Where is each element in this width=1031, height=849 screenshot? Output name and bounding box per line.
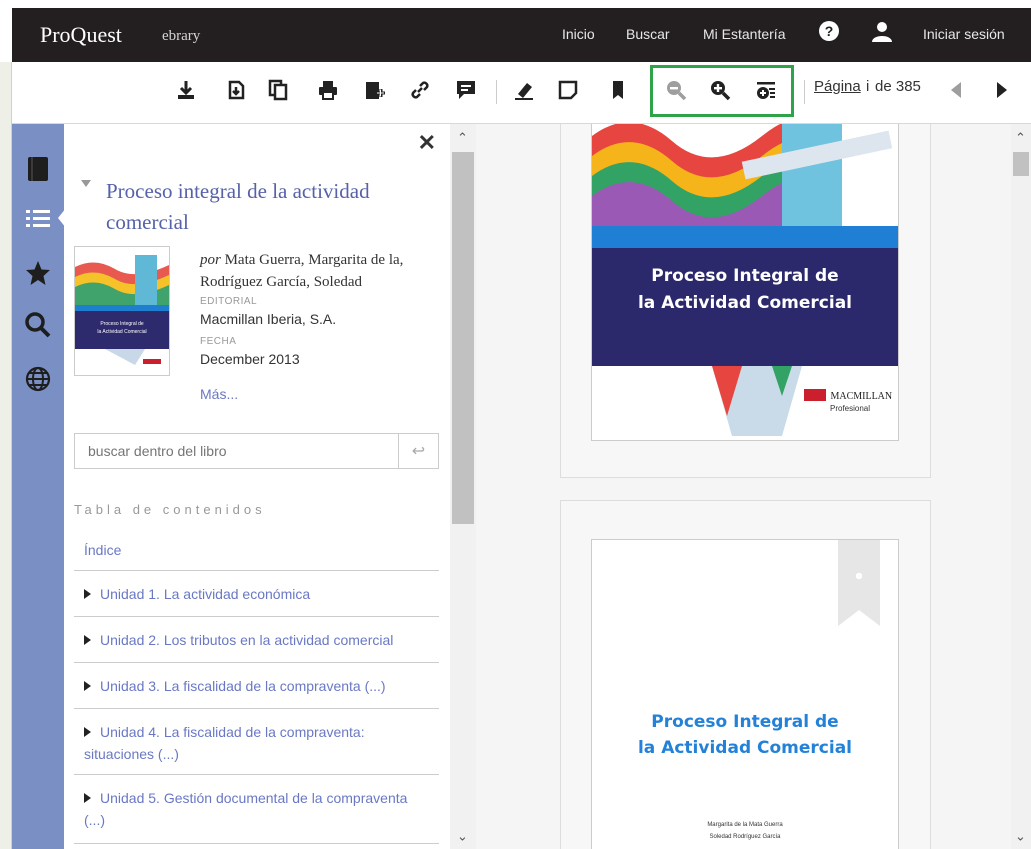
zoom-out-icon[interactable] (662, 76, 690, 104)
toolbar-divider (804, 80, 805, 104)
copy-icon[interactable] (264, 76, 292, 104)
toc-item-label[interactable]: Unidad 1. La actividad económica (100, 586, 310, 602)
help-icon[interactable]: ? (818, 20, 840, 47)
toc-heading: Tabla de contenidos (74, 502, 266, 517)
toc-item-label[interactable]: Unidad 2. Los tributos en la actividad c… (100, 632, 393, 648)
globe-icon[interactable] (23, 364, 53, 394)
note-icon[interactable] (554, 76, 582, 104)
publisher-logo-text: MACMILLAN (830, 391, 893, 402)
book-icon[interactable] (23, 154, 53, 184)
search-within-input[interactable] (75, 434, 397, 468)
side-rail (12, 124, 66, 849)
page-total: de 385 (875, 78, 921, 95)
expand-triangle-icon[interactable] (84, 681, 91, 691)
search-submit-icon[interactable]: ↩ (398, 434, 438, 468)
user-icon[interactable] (870, 20, 894, 49)
book-title[interactable]: Proceso integral de la actividad comerci… (106, 176, 426, 238)
authors-text: Mata Guerra, Margarita de la, Rodríguez … (200, 252, 404, 290)
title-page-line1: Proceso Integral de (651, 712, 839, 732)
toolbar-divider (496, 80, 497, 104)
toc-item[interactable]: Unidad 3. La fiscalidad de la compravent… (74, 662, 439, 708)
publisher-logo-sub: Profesional (830, 404, 871, 413)
signin-link[interactable]: Iniciar sesión (923, 26, 1005, 42)
publisher-value: Macmillan Iberia, S.A. (200, 311, 337, 327)
scroll-up-icon[interactable]: ⌃ (457, 130, 468, 146)
title-page[interactable]: Proceso Integral de la Actividad Comerci… (591, 539, 899, 849)
toc-item[interactable]: Unidad 4. La fiscalidad de la compravent… (74, 708, 439, 774)
toc-item-label[interactable]: Unidad 4. La fiscalidad de la compravent… (84, 724, 365, 762)
top-nav-bar: ProQuest ebrary Inicio Buscar Mi Estante… (12, 8, 1031, 62)
scroll-down-icon[interactable]: ⌃ (457, 827, 468, 843)
title-page-author2: Soledad Rodríguez García (709, 834, 781, 840)
title-page-author1: Margarita de la Mata Guerra (707, 822, 783, 828)
page-frame: Proceso Integral de la Actividad Comerci… (560, 124, 931, 478)
download-icon[interactable] (172, 76, 200, 104)
toc-item[interactable]: Unidad 5. Gestión documental de la compr… (74, 774, 439, 844)
reader-toolbar: Página i de 385 (12, 62, 1031, 124)
publisher-label: EDITORIAL (200, 296, 258, 307)
nav-mi-estanteria[interactable]: Mi Estantería (703, 26, 785, 42)
add-to-shelf-icon[interactable] (360, 76, 388, 104)
by-prefix: por (200, 252, 221, 268)
toc-item[interactable]: Unidad 1. La actividad económica (74, 570, 439, 616)
expand-triangle-icon[interactable] (84, 635, 91, 645)
link-icon[interactable] (406, 76, 434, 104)
document-viewer[interactable]: Proceso Integral de la Actividad Comerci… (476, 124, 1011, 849)
publisher-logo: MACMILLAN Profesional (804, 386, 892, 413)
collapse-triangle-icon[interactable] (81, 180, 91, 187)
cover-title-line1: Proceso Integral de (651, 266, 839, 286)
cover-title-line2: la Actividad Comercial (637, 293, 853, 313)
search-icon[interactable] (23, 310, 53, 340)
expand-triangle-icon[interactable] (84, 589, 91, 599)
scrollbar-thumb[interactable] (452, 152, 474, 524)
top-navigation: ProQuest ebrary Inicio Buscar Mi Estante… (0, 0, 1031, 62)
more-link[interactable]: Más... (200, 386, 238, 402)
comment-icon[interactable] (452, 76, 480, 104)
svg-text:?: ? (825, 23, 834, 39)
next-page-icon[interactable] (988, 76, 1016, 104)
toc-item-label[interactable]: Unidad 5. Gestión documental de la compr… (84, 790, 407, 828)
print-icon[interactable] (314, 76, 342, 104)
book-authors: por Mata Guerra, Margarita de la, Rodríg… (200, 249, 436, 293)
svg-text:Proceso Integral de: Proceso Integral de (100, 321, 144, 327)
expand-triangle-icon[interactable] (84, 793, 91, 803)
copy-page-icon[interactable] (222, 76, 250, 104)
bookmark-icon[interactable] (604, 76, 632, 104)
page-label[interactable]: Página (814, 78, 861, 95)
scroll-down-icon[interactable]: ⌃ (1015, 827, 1026, 843)
page-current[interactable]: i (866, 78, 869, 95)
toc-item[interactable]: Unidad 2. Los tributos en la actividad c… (74, 616, 439, 662)
toc-item-label[interactable]: Unidad 3. La fiscalidad de la compravent… (100, 678, 386, 694)
date-value: December 2013 (200, 351, 300, 367)
toc-list-icon[interactable] (23, 204, 53, 234)
macmillan-logo-icon (804, 388, 826, 401)
zoom-in-icon[interactable] (706, 76, 734, 104)
star-icon[interactable] (23, 258, 53, 288)
nav-inicio[interactable]: Inicio (562, 26, 595, 42)
brand-logo[interactable]: ProQuest (40, 22, 122, 48)
window-edge (0, 0, 12, 849)
highlight-icon[interactable] (510, 76, 538, 104)
cover-page[interactable]: Proceso Integral de la Actividad Comerci… (591, 124, 899, 441)
scroll-up-icon[interactable]: ⌃ (1015, 130, 1026, 146)
page-frame: Proceso Integral de la Actividad Comerci… (560, 500, 931, 849)
toc-index-link[interactable]: Índice (84, 542, 121, 558)
scrollbar-thumb[interactable] (1013, 152, 1029, 176)
bookmark-ribbon-icon[interactable] (838, 539, 880, 626)
title-page-line2: la Actividad Comercial (637, 738, 853, 758)
viewer-scrollbar[interactable]: ⌃ ⌃ (1011, 124, 1031, 849)
close-panel-button[interactable]: ✕ (418, 130, 436, 156)
search-within-book: ↩ (74, 433, 439, 469)
fit-page-icon[interactable] (752, 76, 780, 104)
svg-text:la Actividad Comercial: la Actividad Comercial (97, 329, 146, 335)
nav-buscar[interactable]: Buscar (626, 26, 670, 42)
panel-scrollbar[interactable]: ⌃ ⌃ (450, 124, 476, 849)
previous-page-icon[interactable] (942, 76, 970, 104)
date-label: FECHA (200, 336, 237, 347)
book-cover-thumbnail[interactable]: Proceso Integral de la Actividad Comerci… (74, 246, 170, 376)
book-info-panel: ✕ Proceso integral de la actividad comer… (64, 124, 450, 849)
expand-triangle-icon[interactable] (84, 727, 91, 737)
product-name: ebrary (162, 28, 201, 44)
